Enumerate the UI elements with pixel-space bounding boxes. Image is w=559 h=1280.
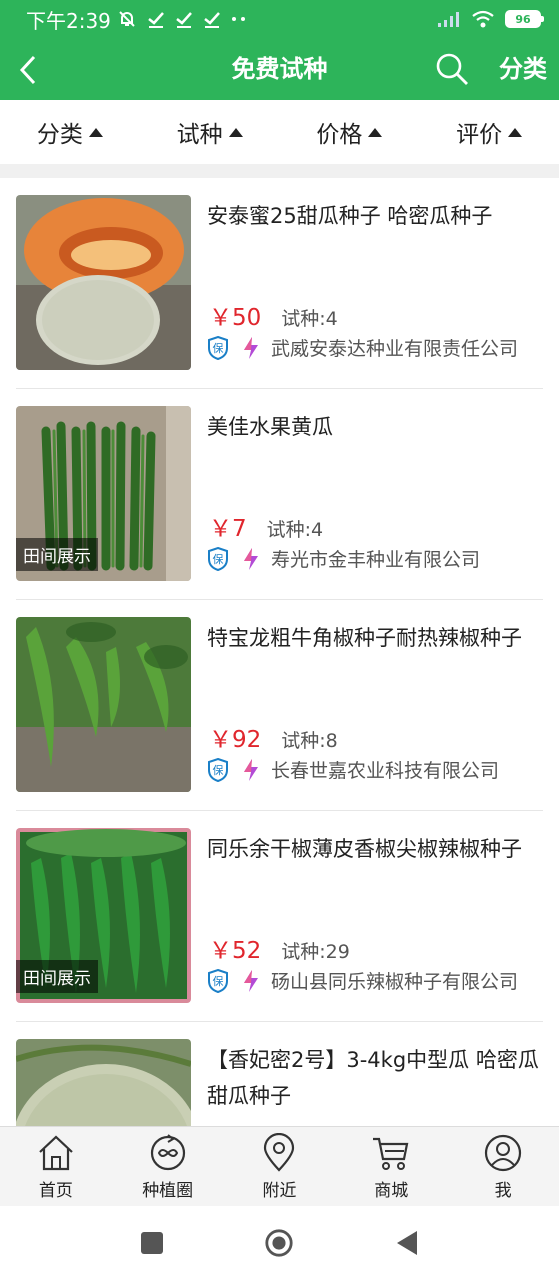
battery-icon: 96 bbox=[505, 10, 544, 28]
trial-count: 试种:29 bbox=[281, 941, 350, 963]
check-icon bbox=[176, 12, 192, 28]
guarantee-badge-icon: 保 bbox=[208, 546, 228, 571]
back-arrow-icon bbox=[19, 55, 36, 85]
page-title: 免费试种 bbox=[231, 55, 328, 83]
back-button[interactable] bbox=[8, 50, 48, 90]
nav-label: 商城 bbox=[374, 1181, 409, 1201]
product-image bbox=[16, 1039, 191, 1126]
seller-name: 寿光市金丰种业有限公司 bbox=[271, 549, 481, 571]
search-button[interactable] bbox=[432, 49, 472, 89]
field-display-tag: 田间展示 bbox=[16, 538, 98, 571]
lightning-icon bbox=[244, 969, 258, 992]
nav-planting-circle[interactable]: 种植圈 bbox=[112, 1127, 224, 1206]
home-icon bbox=[39, 1135, 73, 1171]
status-time: 下午2:39 bbox=[26, 8, 111, 33]
product-item[interactable]: 特宝龙粗牛角椒种子耐热辣椒种子 ￥92 试种:8 保 长春世嘉农业科技有限公司 bbox=[16, 600, 543, 811]
product-list[interactable]: 安泰蜜25甜瓜种子 哈密瓜种子 ￥50 试种:4 保 武威安泰达种业有限责任公司 bbox=[0, 178, 559, 1126]
svg-text:保: 保 bbox=[213, 974, 224, 988]
product-image: 田间展示 bbox=[16, 406, 191, 581]
svg-text:保: 保 bbox=[213, 552, 224, 566]
square-icon bbox=[141, 1232, 163, 1254]
nav-label: 首页 bbox=[38, 1181, 73, 1201]
sort-up-icon bbox=[508, 127, 523, 137]
signal-icon bbox=[438, 12, 459, 27]
lightning-icon bbox=[244, 547, 258, 570]
guarantee-badge-icon: 保 bbox=[208, 757, 228, 782]
nav-me[interactable]: 我 bbox=[447, 1127, 559, 1206]
cart-icon bbox=[373, 1137, 409, 1170]
more-dots-icon bbox=[231, 17, 245, 21]
divider bbox=[0, 164, 559, 178]
trial-count: 试种:4 bbox=[281, 308, 338, 330]
product-image bbox=[16, 617, 191, 792]
product-item[interactable]: 安泰蜜25甜瓜种子 哈密瓜种子 ￥50 试种:4 保 武威安泰达种业有限责任公司 bbox=[16, 178, 543, 389]
notification-icons bbox=[117, 9, 247, 29]
status-bar: 下午2:39 96 bbox=[0, 0, 559, 38]
back-system-button[interactable] bbox=[392, 1228, 422, 1258]
location-icon bbox=[264, 1133, 295, 1172]
bottom-nav: 首页 种植圈 附近 商城 我 bbox=[0, 1126, 559, 1206]
guarantee-badge-icon: 保 bbox=[208, 968, 228, 993]
seller-name: 武威安泰达种业有限责任公司 bbox=[271, 338, 519, 360]
guarantee-badge-icon: 保 bbox=[208, 335, 228, 360]
trial-count: 试种:4 bbox=[266, 519, 324, 541]
mute-icon bbox=[119, 11, 135, 27]
sort-up-icon bbox=[228, 127, 243, 137]
product-item[interactable]: 田间展示 同乐余干椒薄皮香椒尖椒辣椒种子 ￥52 试种:29 保 砀山县同乐辣椒… bbox=[16, 811, 543, 1022]
svg-text:保: 保 bbox=[213, 763, 224, 777]
filter-price[interactable]: 价格 bbox=[280, 100, 420, 164]
system-nav-bar bbox=[0, 1206, 559, 1280]
nav-label: 我 bbox=[494, 1181, 512, 1201]
circle-icon bbox=[150, 1134, 185, 1171]
seller-name: 砀山县同乐辣椒种子有限公司 bbox=[271, 971, 519, 993]
home-system-button[interactable] bbox=[264, 1228, 294, 1258]
product-item[interactable]: 【香妃密2号】3-4kg中型瓜 哈密瓜甜瓜种子 bbox=[16, 1022, 543, 1126]
product-name: 同乐余干椒薄皮香椒尖椒辣椒种子 bbox=[207, 837, 522, 861]
trial-count: 试种:8 bbox=[281, 730, 338, 752]
product-image: 田间展示 bbox=[16, 828, 191, 1003]
triangle-back-icon bbox=[397, 1231, 417, 1255]
product-price: ￥7 bbox=[209, 516, 247, 542]
lightning-icon bbox=[244, 336, 258, 359]
user-icon bbox=[484, 1134, 522, 1172]
product-item[interactable]: 田间展示 美佳水果黄瓜 ￥7 试种:4 保 寿光市金丰种业有限公司 bbox=[16, 389, 543, 600]
product-price: ￥92 bbox=[209, 727, 262, 753]
nav-home[interactable]: 首页 bbox=[0, 1127, 112, 1206]
title-bar: 免费试种 分类 bbox=[0, 38, 559, 100]
sort-up-icon bbox=[88, 127, 103, 137]
filter-bar: 分类 试种 价格 评价 bbox=[0, 100, 559, 164]
filter-category[interactable]: 分类 bbox=[0, 100, 140, 164]
product-name: 【香妃密2号】3-4kg中型瓜 哈密瓜甜瓜种子 bbox=[207, 1048, 539, 1108]
wifi-icon bbox=[472, 10, 494, 28]
seller-name: 长春世嘉农业科技有限公司 bbox=[271, 760, 500, 782]
sort-up-icon bbox=[368, 127, 383, 137]
product-price: ￥50 bbox=[209, 305, 262, 331]
product-name: 安泰蜜25甜瓜种子 哈密瓜种子 bbox=[207, 204, 493, 228]
recent-apps-button[interactable] bbox=[137, 1228, 167, 1258]
product-name: 特宝龙粗牛角椒种子耐热辣椒种子 bbox=[207, 626, 522, 650]
product-image bbox=[16, 195, 191, 370]
check-icon bbox=[204, 12, 220, 28]
filter-rating[interactable]: 评价 bbox=[419, 100, 559, 164]
nav-label: 附近 bbox=[262, 1181, 297, 1201]
lightning-icon bbox=[244, 758, 258, 781]
nav-label: 种植圈 bbox=[142, 1181, 194, 1201]
product-price: ￥52 bbox=[209, 938, 262, 964]
nav-nearby[interactable]: 附近 bbox=[224, 1127, 336, 1206]
filter-trial[interactable]: 试种 bbox=[140, 100, 280, 164]
field-display-tag: 田间展示 bbox=[16, 960, 98, 993]
svg-text:保: 保 bbox=[213, 341, 224, 355]
nav-mall[interactable]: 商城 bbox=[335, 1127, 447, 1206]
check-icon bbox=[148, 12, 164, 28]
search-icon bbox=[436, 53, 468, 85]
circle-home-icon bbox=[265, 1229, 293, 1257]
category-button[interactable]: 分类 bbox=[499, 38, 547, 100]
product-name: 美佳水果黄瓜 bbox=[207, 415, 333, 439]
